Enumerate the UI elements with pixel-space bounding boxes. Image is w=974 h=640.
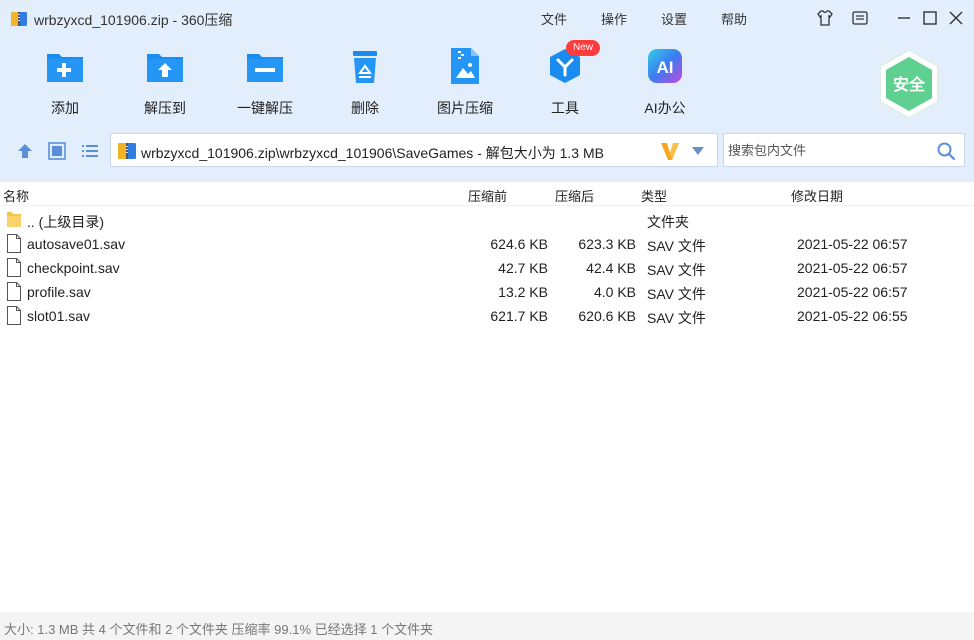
- ai-glyph: AI: [657, 58, 674, 77]
- file-row-parent-folder[interactable]: .. (上级目录) 文件夹: [0, 208, 974, 232]
- menu-operation[interactable]: 操作: [601, 9, 627, 28]
- tools-button[interactable]: 工具: [515, 46, 615, 122]
- one-click-extract-button[interactable]: 一键解压: [215, 46, 315, 122]
- delete-label: 删除: [351, 100, 379, 116]
- file-name: autosave01.sav: [27, 236, 126, 252]
- file-row[interactable]: profile.sav 13.2 KB 4.0 KB SAV 文件 2021-0…: [0, 280, 974, 304]
- file-size-after: 4.0 KB: [593, 284, 636, 300]
- list-view-icon[interactable]: [79, 140, 101, 162]
- safe-label: 安全: [893, 75, 926, 94]
- security-shield-icon[interactable]: 安全: [876, 48, 942, 120]
- file-size-before: 42.7 KB: [498, 260, 548, 276]
- column-date[interactable]: 修改日期: [791, 186, 843, 205]
- image-compress-label: 图片压缩: [437, 100, 493, 116]
- file-row[interactable]: slot01.sav 621.7 KB 620.6 KB SAV 文件 2021…: [0, 304, 974, 328]
- search-icon[interactable]: [936, 141, 956, 161]
- file-date: 2021-05-22 06:57: [797, 236, 908, 252]
- extract-to-button[interactable]: 解压到: [115, 46, 215, 122]
- file-size-before: 621.7 KB: [490, 308, 548, 324]
- file-type: SAV 文件: [647, 238, 706, 254]
- file-type: SAV 文件: [647, 310, 706, 326]
- image-compress-icon: [451, 48, 479, 84]
- image-compress-button[interactable]: 图片压缩: [415, 46, 515, 122]
- column-header: 名称 压缩前 压缩后 类型 修改日期: [0, 182, 974, 206]
- column-before[interactable]: 压缩前: [468, 186, 507, 205]
- file-name: .. (上级目录): [27, 214, 104, 230]
- minimize-icon[interactable]: [894, 8, 914, 28]
- menu-file[interactable]: 文件: [541, 9, 567, 28]
- file-size-after: 620.6 KB: [578, 308, 636, 324]
- folder-icon: [7, 212, 21, 227]
- status-bar: 大小: 1.3 MB 共 4 个文件和 2 个文件夹 压缩率 99.1% 已经选…: [0, 612, 974, 640]
- window-title: wrbzyxcd_101906.zip - 360压缩: [34, 12, 233, 28]
- zip-archive-icon: [11, 12, 27, 26]
- file-row[interactable]: autosave01.sav 624.6 KB 623.3 KB SAV 文件 …: [0, 232, 974, 256]
- file-type: SAV 文件: [647, 262, 706, 278]
- close-icon[interactable]: [946, 8, 966, 28]
- add-icon: [47, 54, 83, 82]
- path-text: wrbzyxcd_101906.zip\wrbzyxcd_101906\Save…: [141, 145, 604, 161]
- ai-office-icon: AI: [648, 49, 682, 83]
- ai-office-button[interactable]: AI AI办公: [615, 46, 715, 122]
- file-type: 文件夹: [647, 214, 689, 230]
- delete-icon: [353, 51, 377, 83]
- file-list: .. (上级目录) 文件夹 autosave01.sav 624.6 KB 62…: [0, 208, 974, 328]
- file-size-after: 623.3 KB: [578, 236, 636, 252]
- file-name: slot01.sav: [27, 308, 91, 324]
- add-button[interactable]: 添加: [15, 46, 115, 122]
- zip-archive-icon: [118, 143, 136, 159]
- column-type[interactable]: 类型: [641, 186, 667, 205]
- one-click-extract-icon: [247, 54, 283, 82]
- file-icon: [7, 258, 21, 277]
- extract-to-label: 解压到: [144, 100, 186, 116]
- menu-settings[interactable]: 设置: [661, 9, 687, 28]
- file-icon: [7, 306, 21, 325]
- file-size-before: 624.6 KB: [490, 236, 548, 252]
- file-size-after: 42.4 KB: [586, 260, 636, 276]
- title-bar: wrbzyxcd_101906.zip - 360压缩 文件 操作 设置 帮助: [0, 0, 974, 36]
- file-date: 2021-05-22 06:57: [797, 284, 908, 300]
- tools-label: 工具: [551, 100, 579, 116]
- status-text: 大小: 1.3 MB 共 4 个文件和 2 个文件夹 压缩率 99.1% 已经选…: [4, 622, 434, 637]
- file-icon: [7, 282, 21, 301]
- file-date: 2021-05-22 06:57: [797, 260, 908, 276]
- delete-button[interactable]: 删除: [315, 46, 415, 122]
- thumbnail-view-icon[interactable]: [46, 140, 68, 162]
- file-row[interactable]: checkpoint.sav 42.7 KB 42.4 KB SAV 文件 20…: [0, 256, 974, 280]
- column-after[interactable]: 压缩后: [555, 186, 594, 205]
- dropdown-arrow-icon[interactable]: [691, 145, 705, 157]
- feedback-icon[interactable]: [850, 8, 870, 28]
- column-name[interactable]: 名称: [3, 186, 29, 205]
- file-type: SAV 文件: [647, 286, 706, 302]
- path-bar[interactable]: wrbzyxcd_101906.zip\wrbzyxcd_101906\Save…: [110, 133, 718, 167]
- ai-office-label: AI办公: [644, 100, 686, 116]
- extract-to-icon: [147, 54, 183, 82]
- search-box: [723, 133, 965, 167]
- file-name: profile.sav: [27, 284, 91, 300]
- menu-help[interactable]: 帮助: [721, 9, 747, 28]
- maximize-icon[interactable]: [920, 8, 940, 28]
- search-input[interactable]: [724, 134, 930, 166]
- file-name: checkpoint.sav: [27, 260, 120, 276]
- up-level-icon[interactable]: [14, 140, 36, 162]
- file-size-before: 13.2 KB: [498, 284, 548, 300]
- file-icon: [7, 234, 21, 253]
- new-badge: New: [566, 40, 600, 56]
- file-date: 2021-05-22 06:55: [797, 308, 908, 324]
- one-click-extract-label: 一键解压: [237, 100, 293, 116]
- skin-icon[interactable]: [815, 8, 835, 28]
- add-label: 添加: [51, 100, 79, 116]
- verified-v-icon[interactable]: [659, 139, 681, 163]
